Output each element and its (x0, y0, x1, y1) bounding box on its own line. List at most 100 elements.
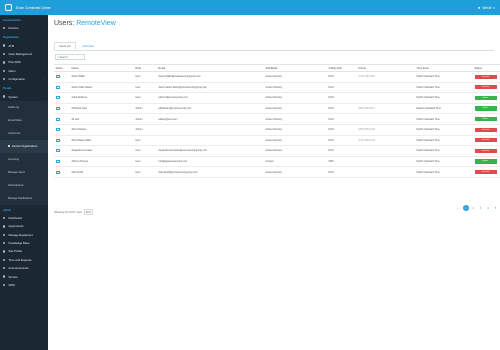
sidebar-item-agreements[interactable]: Agreements › (0, 222, 48, 230)
table-row[interactable]: Alan Smith User Alan.Smith@exoinsecuritygr… (54, 166, 500, 178)
column-header[interactable]: Email (157, 64, 264, 72)
status-cell: Active (473, 113, 500, 125)
table-row[interactable]: Albert Bauer Miller User Active Directory D… (54, 135, 500, 147)
page-button[interactable]: 4 (485, 205, 491, 211)
chevron-right-icon: › (43, 241, 44, 245)
column-header[interactable]: AuthMode (264, 64, 327, 72)
cell-twoway: DUO (327, 103, 357, 115)
sidebar-item-label: Audit Log (8, 105, 19, 109)
table-row[interactable]: Aaron Adam Dalton User Aaron.dalton.dalton… (54, 82, 500, 94)
edit-icon[interactable] (55, 85, 60, 89)
cell-phone (357, 82, 415, 94)
action-cell (54, 113, 70, 125)
column-header[interactable]: Name (70, 64, 134, 72)
status-badge: Inactive (474, 85, 497, 90)
chevron-right-icon: › (43, 44, 44, 48)
sidebar-item-plus-kms[interactable]: Plus KMS › (0, 58, 48, 66)
page-button[interactable]: 2 (470, 205, 476, 211)
cell-name: Albert Bauer Miller (70, 135, 134, 147)
chevron-right-icon: › (43, 224, 44, 228)
edit-icon[interactable] (55, 170, 60, 174)
sidebar-item-alarm[interactable]: Alarm › (0, 67, 48, 75)
page-button[interactable]: 3 (478, 205, 484, 211)
edit-icon[interactable] (55, 117, 60, 121)
sidebar-subitem-email-rules[interactable]: Email Rules (0, 113, 48, 127)
cell-role: User (134, 82, 157, 94)
page-button[interactable]: 1 (462, 205, 469, 211)
sidebar-item-knowledge-base[interactable]: Knowledge Base › (0, 239, 48, 247)
cell-email: Alan.Smith@exoinsecuritygroup.com (157, 166, 264, 178)
app-logo-icon[interactable] (5, 4, 12, 11)
cell-phone: (805) 555-0113 (357, 103, 415, 115)
user-menu[interactable]: ● Wendi ▾ (478, 5, 495, 10)
cell-twoway: DUO (327, 71, 357, 83)
cell-phone (357, 156, 415, 168)
sidebar-subitem-customers[interactable]: Customers (0, 126, 48, 140)
status-cell: Active (473, 156, 500, 168)
table-row[interactable]: Adria Redhone User adria.rd@exoinsecurity.… (54, 92, 500, 104)
column-header[interactable]: Phone (357, 64, 415, 72)
column-header[interactable]: Role (134, 64, 157, 72)
column-header[interactable]: Status (473, 64, 500, 72)
agreements-icon (3, 225, 6, 228)
sidebar-subitem-service-organizations[interactable]: Service Organizations (0, 139, 48, 153)
sidebar-item-label: Case Management (8, 51, 33, 56)
column-header[interactable]: Time Zone (415, 64, 473, 72)
column-header[interactable]: 2-Way Auth (327, 64, 357, 72)
sidebar-item-site-profile[interactable]: Site Profile › (0, 247, 48, 255)
chevron-right-icon: › (43, 60, 44, 64)
status-badge: Inactive (474, 170, 497, 175)
sidebar-item-time-and-expense[interactable]: Time and Expense › (0, 256, 48, 264)
sidebar-item-manage-equipment[interactable]: Manage Equipment › (0, 231, 48, 239)
status-badge: Active (474, 95, 497, 101)
edit-icon[interactable] (55, 107, 60, 110)
edit-icon[interactable] (55, 149, 60, 153)
cell-auth: Active Directory (264, 71, 327, 83)
sidebar-item-announcements[interactable]: Announcements (0, 264, 48, 272)
cell-auth: Active Directory (264, 124, 327, 136)
row-count-text: Showing 10 of 157 rows (54, 210, 82, 214)
sidebar-subitem-manage-notifications[interactable]: Manage Notifications (0, 191, 48, 205)
active-indicator-icon (8, 145, 10, 148)
edit-icon[interactable] (55, 159, 60, 163)
cell-name: Ali user (70, 113, 134, 125)
sidebar-subitem-audit-log[interactable]: Audit Log (0, 100, 48, 114)
prev-page-button[interactable]: ‹ (455, 205, 461, 211)
status-cell: Inactive (473, 71, 500, 83)
edit-icon[interactable] (55, 75, 60, 79)
sidebar-item-label: Service Organizations (12, 144, 38, 148)
column-header[interactable]: Action (54, 64, 70, 72)
sidebar-item-devices[interactable]: Devices › (0, 24, 48, 32)
table-row[interactable]: Alfonso Powers User info@apowerssecurity.c… (54, 156, 500, 168)
search-box[interactable]: ⌕ (55, 54, 85, 60)
sidebar-item-dashboard[interactable]: Dashboard (0, 214, 48, 222)
tab-bar: Users (4) Add User (54, 42, 99, 50)
table-row[interactable]: Alejandra Gonzalez User Alejandra.Gonzalez… (54, 145, 500, 157)
search-input[interactable] (59, 55, 84, 59)
sidebar-subitem-licensing[interactable]: Licensing (0, 152, 48, 166)
table-row[interactable]: Aaron Wallis User Aaron.Wallis@wodessecuri… (54, 71, 500, 83)
sidebar-item-configuration[interactable]: Configuration › (0, 75, 48, 83)
sidebar-item-service[interactable]: Service › (0, 272, 48, 280)
pagination: ‹12345› (455, 205, 500, 211)
tab-users[interactable]: Users (4) (54, 42, 76, 50)
table-row[interactable]: Albert Morgan Admin Active Directory DUO (80… (54, 124, 500, 136)
sidebar-item-system[interactable]: System ⌄ (0, 92, 48, 100)
sidebar-subitem-manage-users[interactable]: Manage Users (0, 165, 48, 179)
cell-twoway: DUO (327, 92, 357, 104)
table-row[interactable]: Abhishek Kaur Admin abhishek.k@exoinsecuri… (54, 103, 500, 115)
page-size-select[interactable]: 10 ▾ (83, 209, 93, 215)
edit-icon[interactable] (55, 128, 60, 132)
sidebar-item-atm[interactable]: ATM › (0, 41, 48, 49)
cell-tz: Pacific Standard Time (415, 113, 473, 125)
edit-icon[interactable] (55, 138, 60, 142)
table-row[interactable]: Ali user Admin aliuser@exoi.com Active Dire… (54, 113, 500, 125)
sidebar-item-crm[interactable]: CRM › (0, 281, 48, 289)
cell-name: Alfonso Powers (70, 156, 134, 168)
page-button[interactable]: 5 (493, 205, 499, 211)
sidebar-subitem-subscriptions[interactable]: Subscriptions (0, 178, 48, 192)
sidebar-item-case-management[interactable]: Case Management › (0, 50, 48, 58)
edit-icon[interactable] (55, 96, 60, 100)
status-badge: Active (474, 117, 497, 122)
tab-add-user[interactable]: Add User (78, 42, 100, 50)
